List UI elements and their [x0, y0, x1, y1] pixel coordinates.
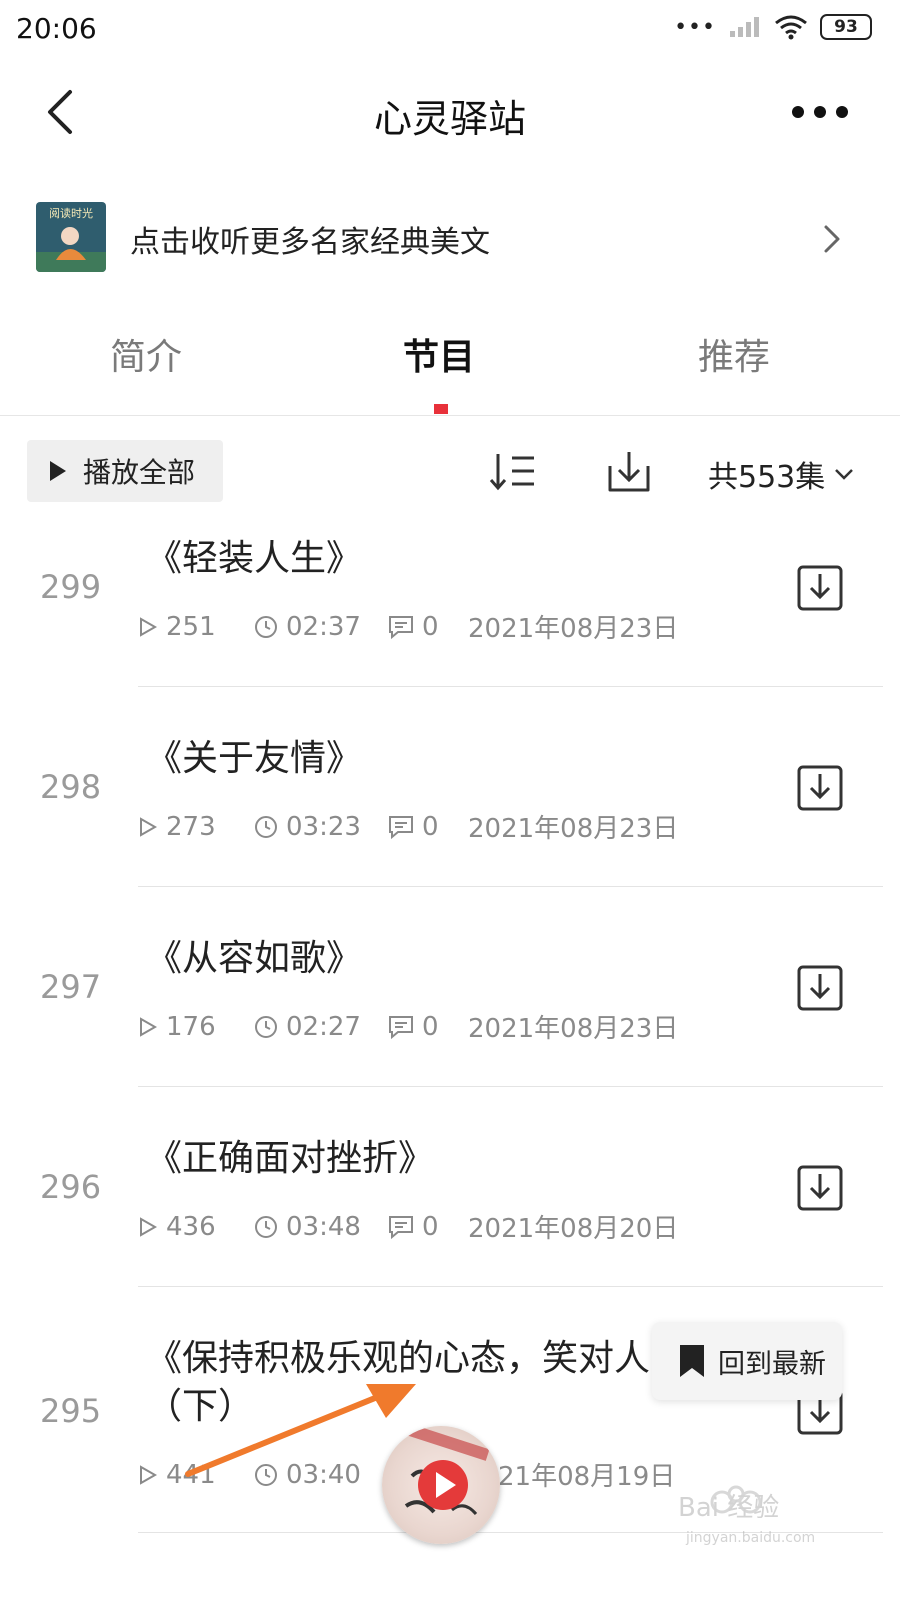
signal-icon — [730, 17, 759, 37]
episode-number: 297 — [40, 968, 102, 1006]
publish-date: 21年08月19日 — [498, 1462, 676, 1492]
chevron-down-icon — [835, 469, 854, 480]
comment-icon — [389, 1215, 413, 1239]
back-to-latest-label: 回到最新 — [718, 1348, 826, 1380]
wifi-icon — [775, 15, 807, 40]
comment-count: 0 — [422, 1011, 439, 1042]
episode-number: 299 — [40, 568, 102, 606]
status-icons: ••• 93 — [674, 14, 872, 40]
page-title: 心灵驿站 — [373, 97, 526, 141]
banner-image-text: 阅读时光 — [49, 206, 93, 220]
comment-count: 0 — [422, 611, 439, 642]
play-icon — [436, 1472, 456, 1498]
episode-title[interactable]: 《关于友情》 — [146, 734, 362, 784]
banner-text: 点击收听更多名家经典美文 — [130, 225, 490, 260]
duration: 02:37 — [286, 611, 361, 642]
annotation-arrow-icon — [185, 1384, 416, 1477]
comment-icon — [389, 815, 413, 839]
duration: 03:23 — [286, 811, 361, 842]
comment-icon — [389, 615, 413, 639]
play-count: 436 — [166, 1211, 216, 1242]
play-count-icon — [140, 1016, 158, 1037]
sort-order-icon[interactable] — [488, 450, 536, 492]
batch-download-icon[interactable] — [606, 448, 652, 494]
battery-indicator: 93 — [820, 14, 872, 40]
tab-episodes[interactable]: 节目 — [403, 328, 475, 380]
clock-icon — [255, 1015, 277, 1038]
duration: 03:48 — [286, 1211, 361, 1242]
episode-meta: 436 03:48 0 2021年08月20日 — [138, 1208, 678, 1245]
chevron-right-icon — [824, 225, 840, 253]
episode-meta: 176 02:27 0 2021年08月23日 — [138, 1008, 678, 1045]
clock-icon — [255, 615, 277, 638]
clock-icon — [255, 1215, 277, 1238]
episode-title[interactable]: 《轻装人生》 — [146, 534, 362, 584]
play-all-label: 播放全部 — [83, 456, 196, 489]
more-networks-icon: ••• — [674, 14, 716, 40]
comment-count: 0 — [422, 811, 439, 842]
tab-intro[interactable]: 简介 — [110, 328, 182, 380]
play-icon — [50, 461, 66, 481]
publish-date: 2021年08月23日 — [468, 614, 679, 644]
comment-count: 0 — [422, 1211, 439, 1242]
episode-title[interactable]: 《从容如歌》 — [146, 934, 362, 984]
play-count-icon — [140, 1216, 158, 1237]
play-count: 176 — [166, 1011, 216, 1042]
clock-icon — [255, 815, 277, 838]
episode-count-label: 共553集 — [708, 460, 826, 495]
play-count-icon — [140, 616, 158, 637]
tab-recommend[interactable]: 推荐 — [698, 328, 770, 380]
bookmark-icon — [680, 1345, 704, 1377]
episode-meta: 251 02:37 0 2021年08月23日 — [138, 608, 678, 645]
episode-meta: 273 03:23 0 2021年08月23日 — [138, 808, 678, 845]
promo-banner[interactable]: 阅读时光 点击收听更多名家经典美文 — [0, 195, 900, 285]
play-count-icon — [140, 1464, 158, 1485]
download-icon[interactable] — [796, 764, 844, 812]
play-count: 251 — [166, 611, 216, 642]
episode-title[interactable]: 《正确面对挫折》 — [146, 1134, 434, 1184]
episode-title[interactable]: 《保持积极乐观的心态，笑对人 — [146, 1334, 650, 1384]
row-divider — [138, 1286, 883, 1287]
row-divider — [138, 886, 883, 887]
download-icon[interactable] — [796, 1164, 844, 1212]
play-count: 273 — [166, 811, 216, 842]
status-time: 20:06 — [16, 12, 97, 45]
watermark-text: Bai 经验 — [678, 1493, 779, 1523]
duration: 02:27 — [286, 1011, 361, 1042]
row-divider — [138, 1086, 883, 1087]
episode-number: 298 — [40, 768, 102, 806]
publish-date: 2021年08月20日 — [468, 1214, 679, 1244]
publish-date: 2021年08月23日 — [468, 814, 679, 844]
episode-count-selector[interactable]: 共553集 — [708, 452, 855, 496]
publish-date: 2021年08月23日 — [468, 1014, 679, 1044]
watermark: Bai 经验 jingyan.baidu.com — [672, 1472, 842, 1552]
watermark-url: jingyan.baidu.com — [685, 1530, 815, 1546]
download-icon[interactable] — [796, 964, 844, 1012]
mini-player-play-button[interactable] — [418, 1460, 468, 1510]
episode-number: 295 — [40, 1392, 102, 1430]
back-to-latest-button[interactable]: 回到最新 — [652, 1322, 842, 1400]
row-divider — [138, 686, 883, 687]
more-options-icon[interactable] — [788, 100, 852, 124]
download-icon[interactable] — [796, 564, 844, 612]
episode-number: 296 — [40, 1168, 102, 1206]
play-count-icon — [140, 816, 158, 837]
active-tab-indicator — [434, 404, 448, 414]
comment-icon — [389, 1015, 413, 1039]
banner-thumbnail: 阅读时光 — [36, 202, 106, 272]
tab-bar: 简介 节目 推荐 — [0, 320, 900, 416]
play-all-button[interactable]: 播放全部 — [27, 440, 223, 502]
